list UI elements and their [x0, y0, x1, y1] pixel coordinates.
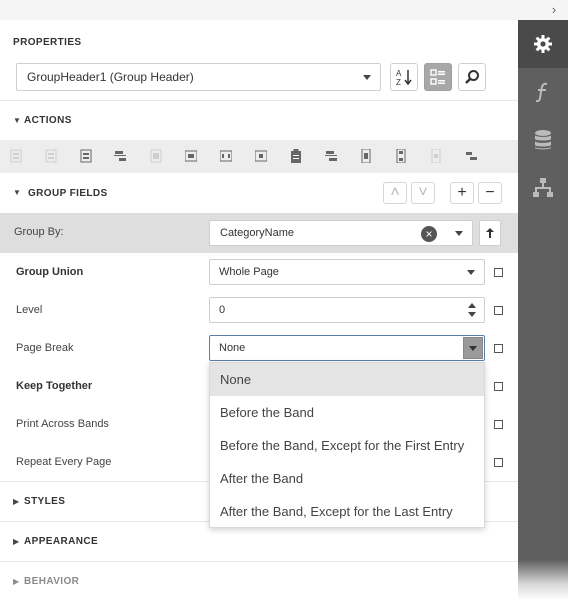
group-by-select[interactable]: CategoryName × [209, 220, 473, 246]
object-selector-value: GroupHeader1 (Group Header) [27, 70, 194, 84]
minus-icon: − [485, 184, 495, 201]
level-checkbox[interactable] [494, 306, 503, 315]
dropdown-option[interactable]: Before the Band, Except for the First En… [210, 429, 484, 462]
chevron-down-icon [469, 346, 477, 351]
move-down-button[interactable]: ˅ [411, 182, 435, 204]
keep-together-checkbox[interactable] [494, 382, 503, 391]
print-across-bands-label: Print Across Bands [16, 418, 109, 430]
collapse-panel-button[interactable]: › [548, 2, 560, 18]
dropdown-option[interactable]: None [210, 363, 484, 396]
dropdown-option[interactable]: After the Band, Except for the Last Entr… [210, 495, 484, 528]
clipboard-icon[interactable] [290, 149, 302, 163]
level-value: 0 [219, 304, 226, 316]
group-fields-header[interactable]: ▼ GROUP FIELDS ˄ ˅ + − [0, 173, 518, 213]
expanded-arrow-icon: ▼ [13, 116, 21, 125]
size-to-grid-icon[interactable] [150, 149, 162, 163]
svg-text:A: A [396, 69, 402, 78]
svg-text:Z: Z [396, 78, 401, 86]
repeat-every-page-checkbox[interactable] [494, 458, 503, 467]
categorized-view-button[interactable] [424, 63, 452, 91]
group-union-select[interactable]: Whole Page [209, 259, 485, 285]
group-by-row: Group By: CategoryName × [0, 213, 518, 253]
search-icon [465, 70, 479, 84]
group-by-value: CategoryName [220, 227, 294, 239]
sidebar [518, 20, 568, 600]
report-tree-icon [533, 178, 553, 197]
remove-group-field-button[interactable]: − [478, 182, 502, 204]
print-across-bands-checkbox[interactable] [494, 420, 503, 429]
group-union-label: Group Union [16, 266, 84, 278]
expressions-tab[interactable] [518, 68, 568, 116]
sort-alphabetically-button[interactable]: A Z [390, 63, 418, 91]
horizontal-space-icon[interactable] [185, 149, 197, 163]
bring-to-front-icon[interactable] [465, 149, 477, 163]
align-right-icon[interactable] [80, 149, 92, 163]
vertical-space-icon[interactable] [360, 149, 372, 163]
object-selector[interactable]: GroupHeader1 (Group Header) [16, 63, 381, 91]
group-union-checkbox[interactable] [494, 268, 503, 277]
properties-tab[interactable] [518, 20, 568, 68]
page-break-value: None [219, 342, 246, 354]
align-left-icon[interactable] [10, 149, 22, 163]
vertical-space-decrease-icon[interactable] [430, 149, 442, 163]
plus-icon: + [457, 184, 467, 201]
group-union-value: Whole Page [219, 266, 279, 278]
sidebar-fade [518, 560, 568, 600]
sort-order-button[interactable] [479, 220, 501, 246]
horizontal-space-increase-icon[interactable] [220, 149, 232, 163]
group-fields-label: GROUP FIELDS [28, 188, 108, 199]
settings-gear-icon [534, 35, 552, 53]
search-button[interactable] [458, 63, 486, 91]
report-explorer-tab[interactable] [518, 164, 568, 212]
sort-alpha-icon: A Z [396, 69, 412, 86]
dropdown-option[interactable]: After the Band [210, 462, 484, 495]
move-up-button[interactable]: ˄ [383, 182, 407, 204]
collapsed-arrow-icon: ▶ [13, 497, 20, 506]
group-union-row: Group Union Whole Page [0, 254, 518, 292]
behavior-section-header[interactable]: ▶ BEHAVIOR [0, 561, 518, 600]
spin-up-icon[interactable] [468, 303, 476, 308]
arrow-up-icon [486, 228, 494, 238]
actions-section-header[interactable]: ▼ ACTIONS [0, 100, 518, 140]
horizontal-space-decrease-icon[interactable] [255, 149, 267, 163]
level-spinner[interactable]: 0 [209, 297, 485, 323]
level-label: Level [16, 304, 43, 316]
keep-together-label: Keep Together [16, 380, 93, 392]
panel-title: PROPERTIES [13, 37, 82, 48]
page-break-select[interactable]: None [209, 335, 485, 361]
chevron-down-icon [467, 270, 475, 275]
chevron-down-icon: ˅ [418, 184, 428, 201]
spin-down-icon[interactable] [468, 312, 476, 317]
styles-section-label: STYLES [24, 496, 66, 507]
appearance-section-label: APPEARANCE [24, 536, 99, 547]
actions-section-label: ACTIONS [24, 115, 72, 126]
level-row: Level 0 [0, 292, 518, 330]
actions-toolbar [0, 140, 518, 173]
vertical-space-increase-icon[interactable] [395, 149, 407, 163]
categorized-icon [430, 69, 445, 85]
align-center-icon[interactable] [45, 149, 57, 163]
expanded-arrow-icon: ▼ [13, 188, 21, 197]
chevron-up-icon: ˄ [390, 184, 400, 201]
top-bar: › [0, 0, 568, 20]
behavior-section-label: BEHAVIOR [24, 576, 80, 587]
function-icon [535, 82, 548, 103]
page-break-checkbox[interactable] [494, 344, 503, 353]
database-icon [535, 130, 551, 150]
collapsed-arrow-icon: ▶ [13, 537, 20, 546]
align-bottom-icon[interactable] [325, 149, 337, 163]
field-list-tab[interactable] [518, 116, 568, 164]
align-to-grid-icon[interactable] [114, 149, 126, 163]
group-by-label: Group By: [14, 226, 64, 238]
page-break-label: Page Break [16, 342, 74, 354]
add-group-field-button[interactable]: + [450, 182, 474, 204]
page-break-dropdown-list: None Before the Band Before the Band, Ex… [209, 362, 485, 528]
clear-icon[interactable]: × [421, 226, 437, 242]
dropdown-button[interactable] [463, 337, 483, 359]
dropdown-option[interactable]: Before the Band [210, 396, 484, 429]
repeat-every-page-label: Repeat Every Page [16, 456, 112, 468]
chevron-down-icon [363, 75, 371, 80]
collapsed-arrow-icon: ▶ [13, 577, 20, 586]
chevron-down-icon [455, 231, 463, 236]
